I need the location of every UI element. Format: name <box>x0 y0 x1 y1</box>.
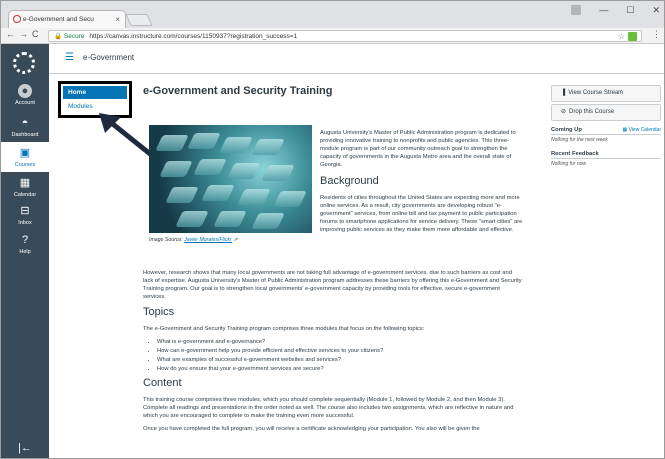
list-item: What are examples of successful e-govern… <box>157 356 523 364</box>
tab-close-icon[interactable]: × <box>115 11 120 28</box>
nav-calendar[interactable]: ▦ Calendar <box>1 176 49 198</box>
list-item: What is e-government and e-governance? <box>157 338 523 346</box>
global-nav: ● Account ◓ Dashboard ▣ Courses ▦ Calend… <box>1 44 49 458</box>
window-controls: — ☐ ✕ <box>571 3 660 17</box>
course-header: ☰ e-Government <box>49 44 664 74</box>
browser-tab-strip: e-Government and Secu × — ☐ ✕ <box>1 1 664 28</box>
new-tab-button[interactable] <box>125 14 153 26</box>
recent-feedback-title: Recent Feedback <box>551 151 599 157</box>
nav-help-label: Help <box>19 249 31 255</box>
close-window-button[interactable]: ✕ <box>652 5 660 16</box>
hamburger-menu-icon[interactable]: ☰ <box>65 52 74 63</box>
reload-icon[interactable]: C <box>32 29 39 39</box>
intro-paragraph: Augusta University's Master of Public Ad… <box>320 130 516 168</box>
inbox-icon: ⊟ <box>20 205 30 217</box>
courses-book-icon: ▣ <box>19 147 31 159</box>
topics-list: What is e-government and e-governance? H… <box>157 338 523 373</box>
main-content: e-Government and Security Training Image… <box>143 79 523 458</box>
external-link-icon: ⇗ <box>233 237 238 243</box>
secure-label: Secure <box>63 33 85 40</box>
screen: e-Government and Secu × — ☐ ✕ ← → C 🔒 Se… <box>0 0 665 459</box>
help-question-icon: ? <box>21 234 29 246</box>
canvas-logo-icon[interactable] <box>13 52 35 74</box>
stream-bars-icon: ▐ <box>561 90 566 96</box>
canvas-favicon-icon <box>13 15 21 23</box>
drop-course-button[interactable]: ⊘ Drop this Course <box>551 104 661 121</box>
collapse-nav-icon[interactable]: |← <box>18 442 32 454</box>
back-arrow-icon[interactable]: ← <box>6 29 15 39</box>
drop-cancel-icon: ⊘ <box>561 109 567 115</box>
feedback-note: Nothing for now <box>551 161 587 167</box>
url-text: https://canvas.instructure.com/courses/1… <box>89 33 298 40</box>
address-bar: ← → C 🔒 Secure https://canvas.instructur… <box>1 28 664 44</box>
nav-account[interactable]: ● Account <box>1 84 49 106</box>
content-paragraph: This training course comprises three mod… <box>143 397 514 419</box>
list-item: How can e-government help you provide ef… <box>157 347 523 355</box>
nav-inbox-label: Inbox <box>18 220 32 226</box>
profile-icon[interactable] <box>571 5 582 15</box>
nav-courses-label: Courses <box>14 162 36 168</box>
list-item: How do you ensure that your e-government… <box>157 365 523 373</box>
minimize-button[interactable]: — <box>599 5 608 15</box>
nav-inbox[interactable]: ⊟ Inbox <box>1 204 49 226</box>
image-source-label: Image Source: <box>149 237 185 243</box>
lock-icon: 🔒 <box>54 33 63 40</box>
view-course-stream-button[interactable]: ▐ View Course Stream <box>551 85 661 102</box>
completion-paragraph: Once you have completed the full program… <box>143 426 480 432</box>
nav-courses[interactable]: ▣ Courses <box>1 142 49 172</box>
view-stream-label: View Course Stream <box>568 90 624 96</box>
view-calendar-label: View Calendar <box>628 127 661 133</box>
intro-column: Augusta University's Master of Public Ad… <box>320 129 523 240</box>
nav-help[interactable]: ? Help <box>1 233 49 255</box>
coming-up-header: Coming Up ▦ View Calendar <box>551 127 661 135</box>
maximize-button[interactable]: ☐ <box>626 5 634 16</box>
background-heading: Background <box>320 175 379 187</box>
image-source-link[interactable]: Javier Morales/Flickr <box>184 237 232 243</box>
drop-course-label: Drop this Course <box>569 109 615 115</box>
recent-feedback-header: Recent Feedback <box>551 151 661 159</box>
topics-heading: Topics <box>143 306 175 318</box>
nav-account-label: Account <box>15 100 35 106</box>
nav-calendar-label: Calendar <box>13 192 37 198</box>
view-calendar-link[interactable]: ▦ View Calendar <box>622 127 661 133</box>
bookmark-star-icon[interactable]: ☆ <box>618 31 625 41</box>
breadcrumb[interactable]: e-Government <box>83 53 134 62</box>
nav-dashboard[interactable]: ◓ Dashboard <box>1 116 49 138</box>
browser-tab[interactable]: e-Government and Secu × <box>8 10 126 28</box>
account-avatar-icon: ● <box>18 84 32 98</box>
content-heading: Content <box>143 377 182 389</box>
research-paragraph: However, research shows that many local … <box>143 270 522 300</box>
calendar-icon: ▦ <box>19 177 31 189</box>
course-sidebar: ▐ View Course Stream ⊘ Drop this Course Co… <box>551 85 661 167</box>
forward-arrow-icon[interactable]: → <box>19 29 28 39</box>
keyboard-image <box>149 125 312 233</box>
body-text: However, research shows that many local … <box>143 269 523 438</box>
page-title: e-Government and Security Training <box>143 85 333 97</box>
browser-menu-icon[interactable]: ⋮ <box>652 29 661 40</box>
nav-dashboard-label: Dashboard <box>11 132 39 138</box>
coming-up-note: Nothing for the next week <box>551 137 608 143</box>
extension-icon[interactable] <box>628 32 637 41</box>
course-nav-home[interactable]: Home <box>63 86 127 99</box>
coming-up-title: Coming Up <box>551 127 582 133</box>
image-caption: Image Source: Javier Morales/Flickr ⇗ <box>149 236 238 244</box>
tab-title: e-Government and Secu <box>23 16 94 23</box>
background-paragraph: Residents of cities throughout the Unite… <box>320 195 523 233</box>
url-field[interactable]: 🔒 Secure https://canvas.instructure.com/… <box>48 30 642 42</box>
topics-intro: The e-Government and Security Training p… <box>143 326 425 332</box>
dashboard-gauge-icon: ◓ <box>21 117 29 129</box>
